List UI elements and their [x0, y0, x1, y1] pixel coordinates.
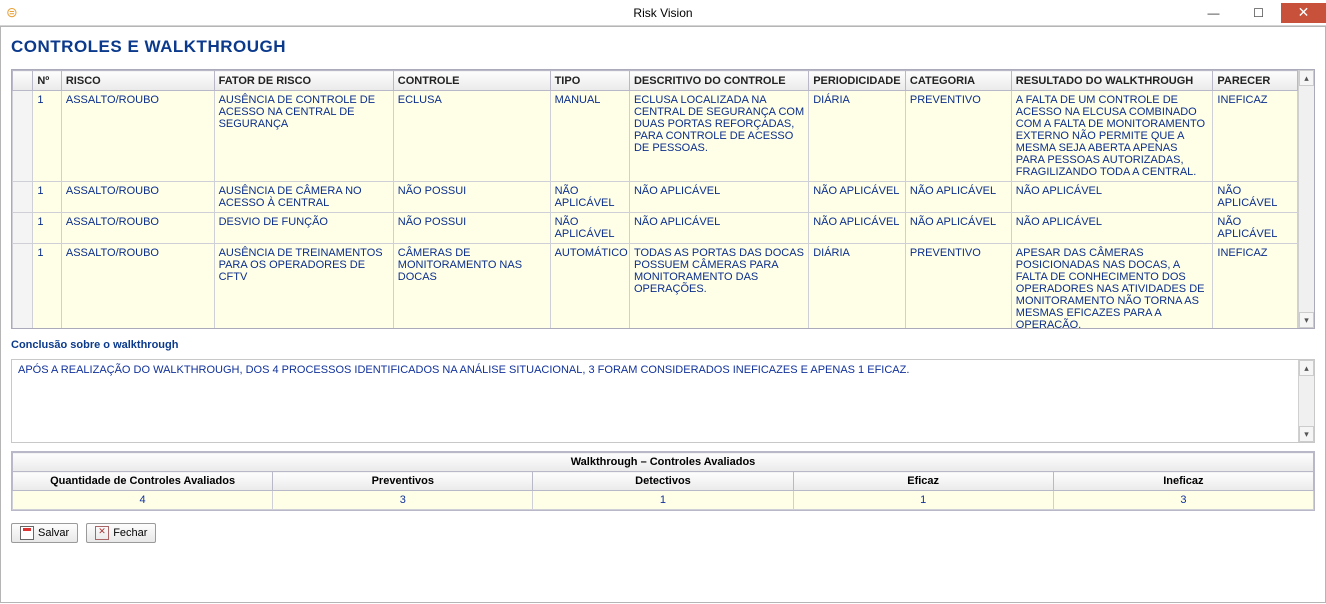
page-title: CONTROLES E WALKTHROUGH — [11, 37, 1315, 57]
summary-val-eficaz: 1 — [793, 491, 1053, 510]
grid-vertical-scrollbar[interactable]: ▴ ▾ — [1298, 70, 1314, 328]
conclusion-text: APÓS A REALIZAÇÃO DO WALKTHROUGH, DOS 4 … — [12, 360, 1298, 380]
cell-fator[interactable]: AUSÊNCIA DE CONTROLE DE ACESSO NA CENTRA… — [214, 91, 393, 182]
cell-resultado[interactable]: A FALTA DE UM CONTROLE DE ACESSO NA ELCU… — [1011, 91, 1213, 182]
cell-fator[interactable]: AUSÊNCIA DE CÂMERA NO ACESSO À CENTRAL — [214, 182, 393, 213]
cell-tipo[interactable]: AUTOMÁTICO — [550, 244, 629, 329]
main-grid-container: Nº RISCO FATOR DE RISCO CONTROLE TIPO DE… — [11, 69, 1315, 329]
maximize-button[interactable]: ☐ — [1236, 3, 1281, 23]
window-titlebar: ⊜ Risk Vision — ☐ ✕ — [0, 0, 1326, 26]
row-gutter[interactable] — [13, 91, 33, 182]
cell-resultado[interactable]: APESAR DAS CÂMERAS POSICIONADAS NAS DOCA… — [1011, 244, 1213, 329]
row-gutter[interactable] — [13, 213, 33, 244]
summary-caption: Walkthrough – Controles Avaliados — [13, 453, 1314, 472]
cell-risco[interactable]: ASSALTO/ROUBO — [61, 91, 214, 182]
save-icon — [20, 526, 34, 540]
table-row[interactable]: 1ASSALTO/ROUBODESVIO DE FUNÇÃONÃO POSSUI… — [13, 213, 1298, 244]
row-gutter[interactable] — [13, 244, 33, 329]
col-tipo[interactable]: TIPO — [550, 71, 629, 91]
summary-val-ineficaz: 3 — [1053, 491, 1313, 510]
cell-no[interactable]: 1 — [33, 182, 62, 213]
scroll-up-icon[interactable]: ▴ — [1299, 70, 1314, 86]
cell-parecer[interactable]: INEFICAZ — [1213, 91, 1298, 182]
table-row[interactable]: 1ASSALTO/ROUBOAUSÊNCIA DE CONTROLE DE AC… — [13, 91, 1298, 182]
summary-col-preventivos: Preventivos — [273, 472, 533, 491]
cell-categoria[interactable]: PREVENTIVO — [905, 91, 1011, 182]
cell-no[interactable]: 1 — [33, 244, 62, 329]
cell-tipo[interactable]: MANUAL — [550, 91, 629, 182]
cell-tipo[interactable]: NÃO APLICÁVEL — [550, 182, 629, 213]
scroll-down-icon[interactable]: ▾ — [1299, 312, 1314, 328]
cell-categoria[interactable]: PREVENTIVO — [905, 244, 1011, 329]
cell-categoria[interactable]: NÃO APLICÁVEL — [905, 182, 1011, 213]
close-window-button[interactable]: ✕ — [1281, 3, 1326, 23]
row-gutter[interactable] — [13, 182, 33, 213]
col-resultado[interactable]: RESULTADO DO WALKTHROUGH — [1011, 71, 1213, 91]
cell-no[interactable]: 1 — [33, 91, 62, 182]
window-title: Risk Vision — [633, 6, 692, 20]
col-periodicidade[interactable]: PERIODICIDADE — [809, 71, 906, 91]
minimize-button[interactable]: — — [1191, 3, 1236, 23]
cell-tipo[interactable]: NÃO APLICÁVEL — [550, 213, 629, 244]
app-icon: ⊜ — [6, 5, 22, 21]
summary-col-qtd: Quantidade de Controles Avaliados — [13, 472, 273, 491]
close-icon — [95, 526, 109, 540]
cell-descritivo[interactable]: NÃO APLICÁVEL — [629, 182, 808, 213]
cell-categoria[interactable]: NÃO APLICÁVEL — [905, 213, 1011, 244]
cell-parecer[interactable]: INEFICAZ — [1213, 244, 1298, 329]
cell-resultado[interactable]: NÃO APLICÁVEL — [1011, 182, 1213, 213]
col-descritivo[interactable]: DESCRITIVO DO CONTROLE — [629, 71, 808, 91]
save-button-label: Salvar — [38, 527, 69, 539]
cell-parecer[interactable]: NÃO APLICÁVEL — [1213, 213, 1298, 244]
summary-container: Walkthrough – Controles Avaliados Quanti… — [11, 451, 1315, 511]
close-button-label: Fechar — [113, 527, 147, 539]
col-categoria[interactable]: CATEGORIA — [905, 71, 1011, 91]
cell-risco[interactable]: ASSALTO/ROUBO — [61, 244, 214, 329]
cell-risco[interactable]: ASSALTO/ROUBO — [61, 182, 214, 213]
cell-periodicidade[interactable]: NÃO APLICÁVEL — [809, 213, 906, 244]
summary-col-ineficaz: Ineficaz — [1053, 472, 1313, 491]
table-row[interactable]: 1ASSALTO/ROUBOAUSÊNCIA DE CÂMERA NO ACES… — [13, 182, 1298, 213]
col-risco[interactable]: RISCO — [61, 71, 214, 91]
cell-controle[interactable]: CÂMERAS DE MONITORAMENTO NAS DOCAS — [393, 244, 550, 329]
col-fator[interactable]: FATOR DE RISCO — [214, 71, 393, 91]
cell-parecer[interactable]: NÃO APLICÁVEL — [1213, 182, 1298, 213]
cell-controle[interactable]: NÃO POSSUI — [393, 213, 550, 244]
close-button[interactable]: Fechar — [86, 523, 156, 543]
conclusion-label: Conclusão sobre o walkthrough — [11, 339, 1315, 351]
cell-controle[interactable]: ECLUSA — [393, 91, 550, 182]
col-no[interactable]: Nº — [33, 71, 62, 91]
col-parecer[interactable]: PARECER — [1213, 71, 1298, 91]
cell-periodicidade[interactable]: DIÁRIA — [809, 91, 906, 182]
conclusion-textarea[interactable]: APÓS A REALIZAÇÃO DO WALKTHROUGH, DOS 4 … — [11, 359, 1315, 443]
conclusion-vertical-scrollbar[interactable]: ▴ ▾ — [1298, 360, 1314, 442]
cell-controle[interactable]: NÃO POSSUI — [393, 182, 550, 213]
summary-val-preventivos: 3 — [273, 491, 533, 510]
cell-descritivo[interactable]: NÃO APLICÁVEL — [629, 213, 808, 244]
cell-risco[interactable]: ASSALTO/ROUBO — [61, 213, 214, 244]
cell-descritivo[interactable]: ECLUSA LOCALIZADA NA CENTRAL DE SEGURANÇ… — [629, 91, 808, 182]
table-row[interactable]: 1ASSALTO/ROUBOAUSÊNCIA DE TREINAMENTOS P… — [13, 244, 1298, 329]
col-gutter — [13, 71, 33, 91]
cell-fator[interactable]: DESVIO DE FUNÇÃO — [214, 213, 393, 244]
summary-col-eficaz: Eficaz — [793, 472, 1053, 491]
cell-periodicidade[interactable]: DIÁRIA — [809, 244, 906, 329]
cell-fator[interactable]: AUSÊNCIA DE TREINAMENTOS PARA OS OPERADO… — [214, 244, 393, 329]
summary-val-detectivos: 1 — [533, 491, 793, 510]
save-button[interactable]: Salvar — [11, 523, 78, 543]
main-grid[interactable]: Nº RISCO FATOR DE RISCO CONTROLE TIPO DE… — [12, 70, 1298, 328]
cell-no[interactable]: 1 — [33, 213, 62, 244]
summary-table: Walkthrough – Controles Avaliados Quanti… — [12, 452, 1314, 510]
cell-periodicidade[interactable]: NÃO APLICÁVEL — [809, 182, 906, 213]
col-controle[interactable]: CONTROLE — [393, 71, 550, 91]
cell-descritivo[interactable]: TODAS AS PORTAS DAS DOCAS POSSUEM CÂMERA… — [629, 244, 808, 329]
scroll-down-icon[interactable]: ▾ — [1299, 426, 1314, 442]
scroll-up-icon[interactable]: ▴ — [1299, 360, 1314, 376]
summary-col-detectivos: Detectivos — [533, 472, 793, 491]
cell-resultado[interactable]: NÃO APLICÁVEL — [1011, 213, 1213, 244]
summary-val-qtd: 4 — [13, 491, 273, 510]
